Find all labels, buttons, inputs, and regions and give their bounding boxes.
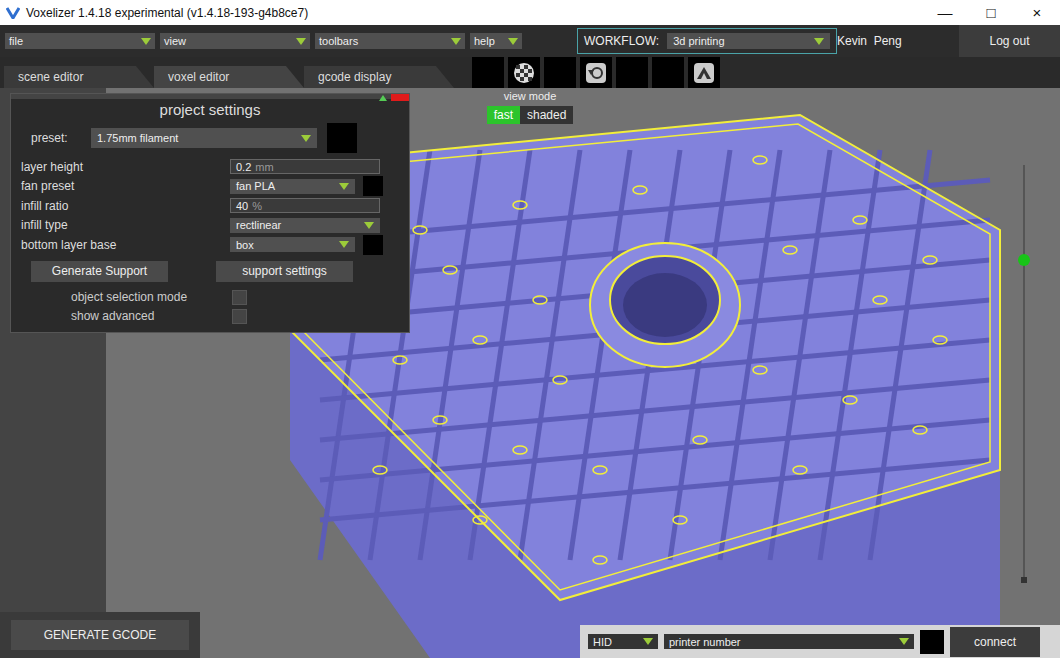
setting-dropdown[interactable]: fan PLA (230, 179, 355, 194)
toolbar-button[interactable] (616, 57, 648, 88)
setting-swatch[interactable] (363, 235, 383, 255)
toolbar (472, 57, 720, 88)
editor-tab[interactable]: scene editor (4, 66, 154, 88)
setting-row: infill type rectlinear (11, 216, 409, 236)
dropdown-arrow-icon (141, 38, 151, 45)
connect-button[interactable]: connect (950, 627, 1040, 657)
menu-dropdown[interactable]: file (5, 33, 155, 49)
checkbox[interactable] (232, 290, 247, 305)
slider-knob[interactable] (1018, 254, 1030, 266)
setting-row: infill ratio 40% (11, 196, 409, 216)
checkbox[interactable] (232, 309, 247, 324)
setting-input[interactable]: 40% (230, 198, 380, 213)
setting-input[interactable]: 0.2mm (230, 159, 380, 174)
window-title: Voxelizer 1.4.18 experimental (v1.4.18-1… (26, 6, 308, 20)
setting-row: layer height 0.2mm (11, 157, 409, 177)
checkbox-row: show advanced (11, 307, 409, 326)
toolbar-button[interactable] (544, 57, 576, 88)
preset-dropdown[interactable]: 1.75mm filament (91, 128, 317, 148)
title-bar: Voxelizer 1.4.18 experimental (v1.4.18-1… (0, 0, 1060, 25)
project-settings-panel: project settings preset: 1.75mm filament… (10, 93, 410, 333)
checker-icon (513, 62, 535, 84)
toolbar-button[interactable] (652, 57, 684, 88)
panel-header: project settings (11, 94, 409, 119)
window-control[interactable]: — (922, 4, 968, 21)
toolbar-button[interactable] (472, 57, 504, 88)
setting-dropdown[interactable]: rectlinear (230, 218, 380, 233)
logout-button[interactable]: Log out (959, 25, 1060, 57)
panel-button[interactable]: support settings (216, 261, 353, 282)
connection-bar: HID printer number connect (580, 625, 1060, 658)
menu-dropdown[interactable]: help (470, 33, 522, 49)
generate-area: GENERATE GCODE (0, 612, 200, 658)
toolbar-button[interactable] (688, 57, 720, 88)
setting-row: bottom layer base box (11, 235, 409, 255)
view-mode-option[interactable]: fast (487, 106, 520, 124)
preset-row: preset: 1.75mm filament (11, 119, 409, 157)
close-icon[interactable] (391, 94, 409, 101)
menu-bar: file view toolbars help WORKFLOW: 3d printi… (0, 25, 1060, 57)
collapse-icon[interactable] (379, 95, 387, 101)
menu-dropdown[interactable]: view (160, 33, 310, 49)
dropdown-arrow-icon (508, 38, 518, 45)
view-mode: view mode fastshaded (480, 90, 580, 124)
layer-slider[interactable] (1018, 165, 1030, 577)
voxelizer-logo-icon (6, 7, 20, 19)
setting-dropdown[interactable]: box (230, 237, 355, 252)
voxelizer-window: Voxelizer 1.4.18 experimental (v1.4.18-1… (0, 0, 1060, 658)
setting-swatch[interactable] (363, 176, 383, 196)
rotate-icon (585, 62, 607, 84)
toolbar-button[interactable] (580, 57, 612, 88)
editor-tab[interactable]: voxel editor (154, 66, 304, 88)
dropdown-arrow-icon (451, 38, 461, 45)
printer-swatch[interactable] (920, 630, 944, 654)
editor-tab[interactable]: gcode display (304, 66, 454, 88)
dropdown-arrow-icon (296, 38, 306, 45)
window-control[interactable]: □ (968, 4, 1014, 21)
menu-dropdown[interactable]: toolbars (315, 33, 465, 49)
toolbar-button[interactable] (508, 57, 540, 88)
panel-button[interactable]: Generate Support (31, 261, 168, 282)
mountain-icon (693, 62, 715, 84)
generate-gcode-button[interactable]: GENERATE GCODE (11, 620, 189, 650)
printer-dropdown[interactable]: printer number (664, 634, 914, 649)
user-name: Kevin Peng (837, 34, 902, 48)
checkbox-row: object selection mode (11, 288, 409, 307)
tab-row: scene editorvoxel editorgcode display (0, 57, 1060, 88)
workflow-dropdown[interactable]: 3d printing (667, 33, 830, 49)
window-control[interactable]: × (1014, 4, 1060, 21)
workflow-selector: WORKFLOW: 3d printing (577, 28, 837, 54)
port-dropdown[interactable]: HID (588, 634, 658, 649)
3d-viewport[interactable]: project settings preset: 1.75mm filament… (0, 88, 1060, 658)
setting-row: fan preset fan PLA (11, 177, 409, 197)
preset-swatch[interactable] (327, 123, 357, 153)
view-mode-option[interactable]: shaded (520, 106, 573, 124)
